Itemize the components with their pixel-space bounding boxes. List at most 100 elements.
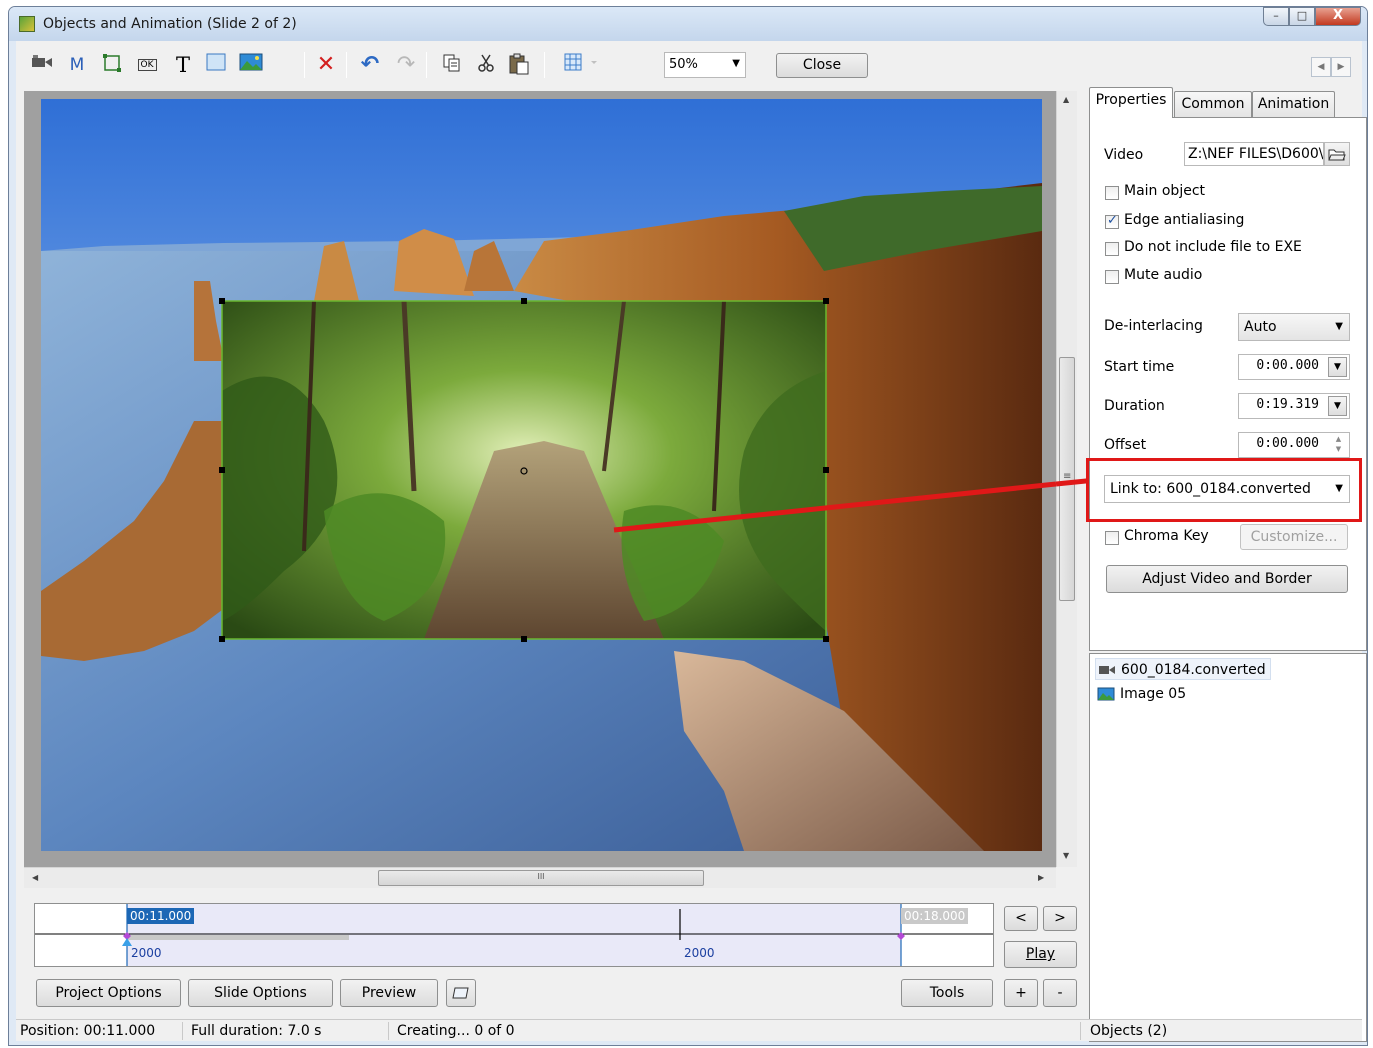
window-title: Objects and Animation (Slide 2 of 2) [43, 16, 297, 32]
app-window: Objects and Animation (Slide 2 of 2) – □… [8, 6, 1368, 1046]
slide-preview [41, 99, 1057, 851]
properties-panel: Properties Common Animation Video Z:\NEF… [1086, 87, 1367, 1042]
deinterlacing-value: Auto [1244, 319, 1277, 335]
chevron-right-icon[interactable]: ▶ [1331, 57, 1351, 77]
add-rectangle-icon[interactable] [204, 53, 228, 77]
fullscreen-preview-button[interactable] [446, 979, 476, 1007]
main-object-checkbox[interactable] [1105, 186, 1119, 200]
project-options-button[interactable]: Project Options [36, 979, 181, 1007]
link-to-value: Link to: 600_0184.converted [1110, 481, 1311, 497]
zoom-value: 50% [669, 57, 698, 72]
client-area: M OK T ✕ ↶ ↷ 50% ▼ Close ◀ ▶ ▲ ≡ ▼ ◀ III… [16, 41, 1367, 1042]
chevron-down-icon: ▼ [1335, 321, 1343, 332]
exclude-file-label: Do not include file to EXE [1124, 239, 1302, 255]
copy-icon[interactable] [440, 53, 464, 77]
undo-icon[interactable]: ↶ [358, 53, 382, 77]
add-text-icon[interactable]: T [172, 53, 194, 77]
scroll-up-icon[interactable]: ▲ [1063, 95, 1069, 104]
redo-icon[interactable]: ↷ [394, 53, 418, 77]
exclude-file-checkbox[interactable] [1105, 242, 1119, 256]
chevron-down-icon[interactable]: ▼ [1328, 357, 1347, 377]
add-video-icon[interactable] [30, 53, 54, 77]
link-to-select[interactable]: Link to: 600_0184.converted ▼ [1104, 475, 1350, 503]
start-time-field[interactable]: 0:00.000 ▼ [1238, 354, 1350, 380]
timeline-marker-2: 2000 [684, 946, 715, 960]
grid-icon[interactable] [564, 53, 600, 77]
customize-button[interactable]: Customize... [1240, 524, 1348, 550]
scroll-right-icon[interactable]: ▶ [1038, 873, 1044, 882]
status-objects-count: Objects (2) [1090, 1023, 1168, 1039]
object-name: Image 05 [1120, 686, 1187, 702]
video-path: Z:\NEF FILES\D600\ [1188, 146, 1324, 162]
folder-icon [1328, 149, 1346, 161]
prev-slide-button[interactable]: < [1004, 906, 1038, 931]
chevron-down-icon: ▼ [1335, 483, 1343, 494]
edge-antialiasing-checkbox[interactable] [1105, 213, 1119, 229]
offset-value: 0:00.000 [1256, 436, 1319, 451]
adjust-video-border-button[interactable]: Adjust Video and Border [1106, 565, 1348, 593]
timeline[interactable]: 00:11.000 00:18.000 2000 2000 [34, 903, 994, 967]
cut-icon[interactable] [474, 53, 498, 77]
offset-label: Offset [1104, 437, 1147, 453]
ok-icon-text: OK [137, 59, 157, 71]
close-window-button[interactable]: X [1315, 7, 1361, 26]
mute-audio-checkbox[interactable] [1105, 270, 1119, 284]
duration-field[interactable]: 0:19.319 ▼ [1238, 393, 1350, 419]
minimize-button[interactable]: – [1263, 7, 1289, 26]
slide-options-button[interactable]: Slide Options [188, 979, 333, 1007]
add-slide-button[interactable]: + [1004, 979, 1038, 1007]
tab-common[interactable]: Common [1174, 91, 1252, 118]
status-bar: Position: 00:11.000 Full duration: 7.0 s… [16, 1019, 1362, 1041]
video-label: Video [1104, 147, 1144, 163]
slide-canvas[interactable] [24, 91, 1057, 867]
spinner-icon[interactable]: ▲ ▼ [1330, 434, 1347, 456]
screen-icon [452, 987, 469, 999]
maximize-button[interactable]: □ [1289, 7, 1315, 26]
horizontal-scrollbar[interactable]: ◀ III ▶ [24, 867, 1056, 888]
list-item[interactable]: Image 05 [1095, 683, 1190, 705]
start-time-label: Start time [1104, 359, 1175, 375]
chroma-key-checkbox[interactable] [1105, 531, 1119, 545]
mute-audio-label: Mute audio [1124, 267, 1203, 283]
add-image-icon[interactable] [238, 53, 264, 77]
offset-field[interactable]: 0:00.000 ▲ ▼ [1238, 432, 1350, 458]
scroll-left-icon[interactable]: ◀ [32, 873, 38, 882]
scroll-down-icon[interactable]: ▼ [1063, 851, 1069, 860]
deinterlacing-label: De-interlacing [1104, 318, 1203, 334]
add-button-icon[interactable]: OK [134, 53, 160, 77]
video-path-field[interactable]: Z:\NEF FILES\D600\ [1184, 142, 1324, 166]
chroma-key-label: Chroma Key [1124, 528, 1209, 544]
chevron-down-icon[interactable]: ▼ [1328, 396, 1347, 416]
toolbar: M OK T ✕ ↶ ↷ 50% ▼ Close ◀ ▶ [16, 41, 1362, 89]
tab-animation[interactable]: Animation [1252, 91, 1335, 118]
zoom-select[interactable]: 50% ▼ [664, 52, 746, 78]
deinterlacing-select[interactable]: Auto ▼ [1238, 313, 1350, 341]
timeline-end-time: 00:18.000 [901, 908, 969, 924]
timeline-marker-1: 2000 [131, 946, 162, 960]
close-button[interactable]: Close [776, 53, 868, 78]
tab-properties[interactable]: Properties [1089, 87, 1173, 118]
horizontal-scroll-thumb[interactable]: III [378, 870, 704, 886]
status-full-duration: Full duration: 7.0 s [191, 1023, 322, 1039]
next-slide-button[interactable]: > [1043, 906, 1077, 931]
add-frame-icon[interactable] [100, 53, 124, 77]
video-camera-icon [1099, 666, 1115, 674]
object-name: 600_0184.converted [1121, 662, 1266, 678]
edge-antialiasing-label: Edge antialiasing [1124, 212, 1245, 228]
remove-slide-button[interactable]: - [1043, 979, 1077, 1007]
image-icon [1097, 687, 1115, 701]
play-button[interactable]: Play [1004, 941, 1077, 968]
object-list: 600_0184.converted Image 05 [1089, 653, 1367, 1042]
duration-label: Duration [1104, 398, 1165, 414]
preview-button[interactable]: Preview [340, 979, 438, 1007]
app-icon [19, 16, 35, 32]
open-file-button[interactable] [1324, 142, 1350, 166]
tools-button[interactable]: Tools [901, 979, 993, 1007]
delete-icon[interactable]: ✕ [314, 53, 338, 77]
paste-icon[interactable] [506, 53, 532, 77]
duration-value: 0:19.319 [1256, 397, 1319, 412]
chevron-left-icon[interactable]: ◀ [1311, 57, 1331, 77]
title-bar: Objects and Animation (Slide 2 of 2) – □… [9, 7, 1367, 41]
add-mask-icon[interactable]: M [66, 53, 88, 77]
list-item[interactable]: 600_0184.converted [1095, 658, 1271, 680]
